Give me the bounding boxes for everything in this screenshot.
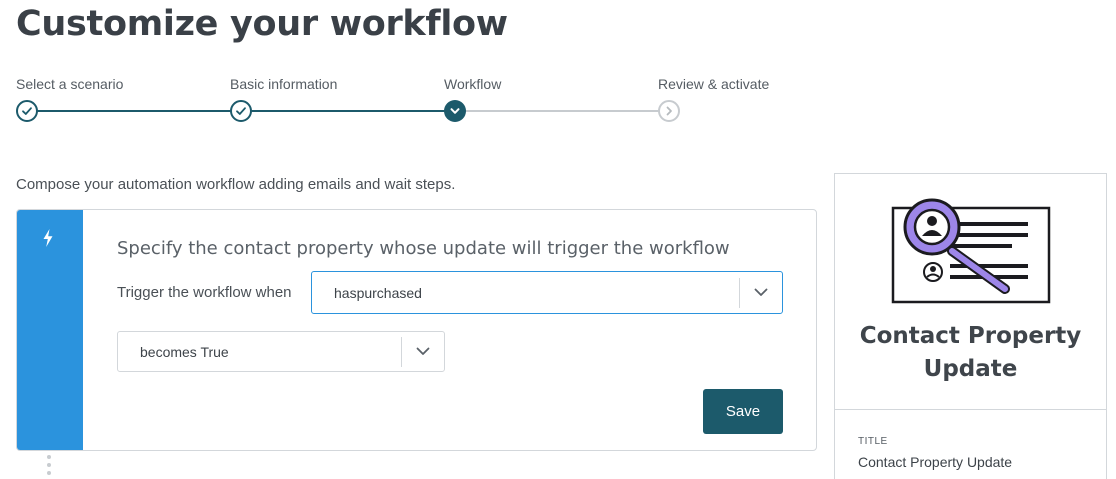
workflow-intro-text: Compose your automation workflow adding … — [16, 176, 456, 193]
chevron-down-icon[interactable] — [402, 347, 444, 356]
step-basic-information-check-icon[interactable] — [230, 100, 252, 122]
trigger-step-card: Specify the contact property whose updat… — [16, 209, 817, 451]
trigger-details-panel: Contact Property Update TITLE Contact Pr… — [834, 173, 1107, 479]
trigger-heading: Specify the contact property whose updat… — [117, 238, 730, 259]
step-label-review-activate: Review & activate — [658, 76, 770, 92]
contact-property-select[interactable]: haspurchased — [311, 271, 783, 314]
panel-title: Contact Property Update — [835, 320, 1106, 386]
panel-title-line-2: Update — [923, 356, 1018, 382]
workflow-stepper: Select a scenario Basic information Work… — [0, 76, 800, 126]
lightning-bolt-icon — [43, 229, 53, 247]
title-field-caption: TITLE — [858, 436, 888, 447]
step-select-scenario-check-icon[interactable] — [16, 100, 38, 122]
contact-property-value: haspurchased — [334, 284, 422, 301]
step-workflow-chevron-down-icon[interactable] — [444, 100, 466, 122]
chevron-down-icon[interactable] — [740, 288, 782, 297]
trigger-label: Trigger the workflow when — [117, 284, 292, 301]
trigger-step-rail — [17, 210, 83, 450]
condition-select[interactable]: becomes True — [117, 331, 445, 372]
step-label-basic-information: Basic information — [230, 76, 338, 92]
page-title: Customize your workflow — [16, 4, 508, 44]
stepper-line-upcoming — [455, 110, 670, 112]
panel-title-line-1: Contact Property — [859, 323, 1082, 349]
panel-divider — [835, 409, 1106, 410]
condition-value: becomes True — [140, 343, 229, 360]
step-label-select-scenario: Select a scenario — [16, 76, 124, 92]
save-button[interactable]: Save — [703, 389, 783, 434]
step-label-workflow: Workflow — [444, 76, 502, 92]
title-field-value: Contact Property Update — [858, 454, 1013, 470]
step-review-chevron-right-icon[interactable] — [658, 100, 680, 122]
step-connector-dots — [47, 455, 51, 479]
contact-search-illustration — [891, 198, 1051, 304]
